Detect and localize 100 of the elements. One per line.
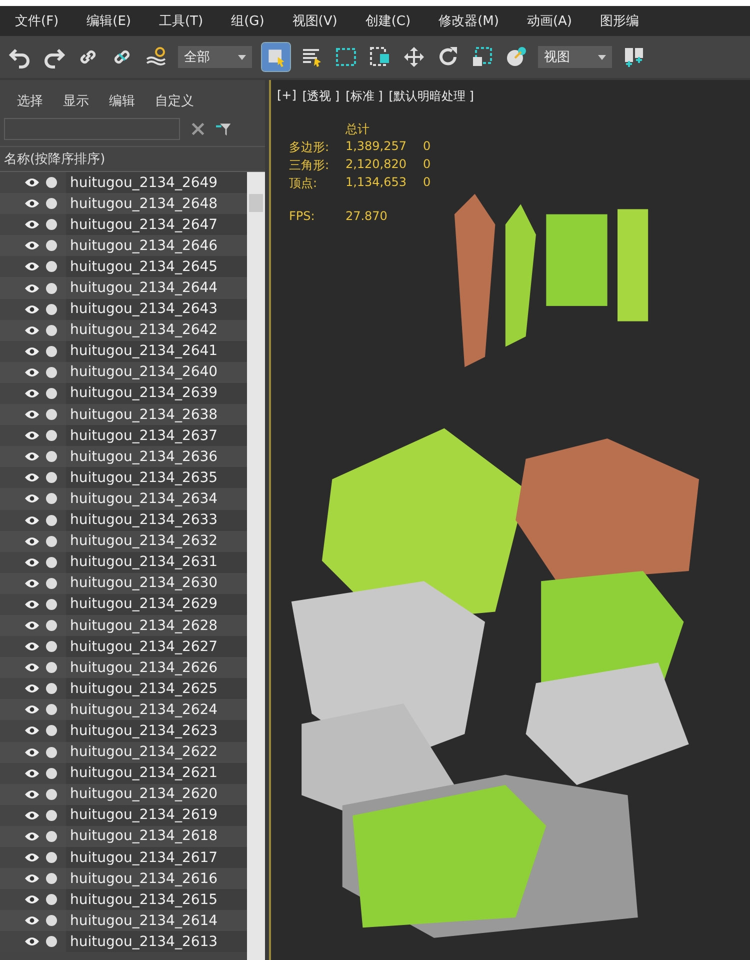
eye-icon[interactable] bbox=[24, 725, 40, 736]
eye-icon[interactable] bbox=[24, 683, 40, 694]
freeze-dot-icon[interactable] bbox=[46, 852, 57, 864]
eye-icon[interactable] bbox=[24, 493, 40, 504]
object-name[interactable]: huitugou_2134_2633 bbox=[66, 510, 247, 531]
eye-icon[interactable] bbox=[24, 936, 40, 948]
freeze-dot-icon[interactable] bbox=[46, 704, 57, 716]
menu-item[interactable]: 工具(T) bbox=[144, 12, 216, 30]
eye-icon[interactable] bbox=[24, 366, 40, 378]
object-name[interactable]: huitugou_2134_2631 bbox=[66, 552, 247, 573]
eye-icon[interactable] bbox=[24, 578, 40, 589]
object-name[interactable]: huitugou_2134_2637 bbox=[66, 425, 247, 446]
eye-icon[interactable] bbox=[24, 894, 40, 906]
freeze-dot-icon[interactable] bbox=[46, 304, 57, 315]
freeze-dot-icon[interactable] bbox=[46, 662, 57, 674]
object-name[interactable]: huitugou_2134_2625 bbox=[66, 678, 247, 700]
eye-icon[interactable] bbox=[24, 451, 40, 462]
menu-item[interactable]: 组(G) bbox=[216, 12, 278, 30]
freeze-dot-icon[interactable] bbox=[46, 936, 57, 948]
eye-icon[interactable] bbox=[24, 873, 40, 884]
object-name[interactable]: huitugou_2134_2639 bbox=[66, 382, 247, 404]
eye-icon[interactable] bbox=[24, 598, 40, 610]
eye-icon[interactable] bbox=[24, 177, 40, 188]
freeze-dot-icon[interactable] bbox=[46, 282, 57, 294]
viewport-label[interactable]: [+] bbox=[277, 88, 296, 105]
freeze-dot-icon[interactable] bbox=[46, 915, 57, 926]
freeze-dot-icon[interactable] bbox=[46, 366, 57, 378]
freeze-dot-icon[interactable] bbox=[46, 536, 57, 547]
explorer-menu-item[interactable]: 显示 bbox=[63, 92, 89, 110]
freeze-dot-icon[interactable] bbox=[46, 346, 57, 357]
object-name[interactable]: huitugou_2134_2645 bbox=[66, 256, 247, 278]
freeze-dot-icon[interactable] bbox=[46, 873, 57, 884]
freeze-dot-icon[interactable] bbox=[46, 472, 57, 484]
move-icon[interactable] bbox=[402, 45, 426, 69]
object-name[interactable]: huitugou_2134_2647 bbox=[66, 214, 247, 236]
eye-icon[interactable] bbox=[24, 430, 40, 442]
freeze-dot-icon[interactable] bbox=[46, 598, 57, 610]
eye-icon[interactable] bbox=[24, 788, 40, 800]
freeze-dot-icon[interactable] bbox=[46, 409, 57, 420]
freeze-dot-icon[interactable] bbox=[46, 177, 57, 188]
freeze-dot-icon[interactable] bbox=[46, 683, 57, 694]
freeze-dot-icon[interactable] bbox=[46, 830, 57, 842]
object-name[interactable]: huitugou_2134_2643 bbox=[66, 298, 247, 320]
eye-icon[interactable] bbox=[24, 388, 40, 399]
object-name[interactable]: huitugou_2134_2641 bbox=[66, 340, 247, 362]
eye-icon[interactable] bbox=[24, 536, 40, 547]
object-name[interactable]: huitugou_2134_2613 bbox=[66, 931, 247, 952]
menu-item[interactable]: 图形编 bbox=[585, 12, 652, 30]
select-object-icon[interactable] bbox=[262, 43, 290, 71]
filter-icon[interactable] bbox=[216, 121, 232, 137]
object-name[interactable]: huitugou_2134_2615 bbox=[66, 889, 247, 910]
eye-icon[interactable] bbox=[24, 240, 40, 252]
eye-icon[interactable] bbox=[24, 830, 40, 842]
freeze-dot-icon[interactable] bbox=[46, 240, 57, 252]
eye-icon[interactable] bbox=[24, 556, 40, 568]
explorer-menu-item[interactable]: 编辑 bbox=[109, 92, 135, 110]
eye-icon[interactable] bbox=[24, 746, 40, 758]
scrollbar[interactable] bbox=[247, 172, 265, 960]
menu-item[interactable]: 动画(A) bbox=[512, 12, 585, 30]
object-name[interactable]: huitugou_2134_2619 bbox=[66, 804, 247, 826]
freeze-dot-icon[interactable] bbox=[46, 493, 57, 504]
freeze-dot-icon[interactable] bbox=[46, 810, 57, 821]
eye-icon[interactable] bbox=[24, 620, 40, 632]
freeze-dot-icon[interactable] bbox=[46, 198, 57, 210]
object-name[interactable]: huitugou_2134_2627 bbox=[66, 636, 247, 658]
object-name[interactable]: huitugou_2134_2621 bbox=[66, 762, 247, 784]
freeze-dot-icon[interactable] bbox=[46, 788, 57, 800]
selection-filter-dropdown[interactable]: 全部 bbox=[178, 46, 252, 68]
eye-icon[interactable] bbox=[24, 304, 40, 315]
object-name[interactable]: huitugou_2134_2629 bbox=[66, 594, 247, 615]
viewport-label[interactable]: [透视 ] bbox=[302, 88, 340, 105]
eye-icon[interactable] bbox=[24, 915, 40, 926]
menu-item[interactable]: 视图(V) bbox=[277, 12, 350, 30]
freeze-dot-icon[interactable] bbox=[46, 430, 57, 442]
pivot-icon[interactable] bbox=[622, 45, 646, 69]
menu-item[interactable]: 修改器(M) bbox=[424, 12, 512, 30]
eye-icon[interactable] bbox=[24, 261, 40, 272]
freeze-dot-icon[interactable] bbox=[46, 578, 57, 589]
freeze-dot-icon[interactable] bbox=[46, 219, 57, 230]
explorer-menu-item[interactable]: 自定义 bbox=[155, 92, 194, 110]
eye-icon[interactable] bbox=[24, 852, 40, 864]
freeze-dot-icon[interactable] bbox=[46, 620, 57, 632]
clear-icon[interactable] bbox=[190, 121, 206, 137]
viewport-label[interactable]: [默认明暗处理 ] bbox=[388, 88, 474, 105]
eye-icon[interactable] bbox=[24, 346, 40, 357]
eye-icon[interactable] bbox=[24, 282, 40, 294]
search-field[interactable] bbox=[4, 118, 180, 140]
object-name[interactable]: huitugou_2134_2649 bbox=[66, 172, 247, 194]
eye-icon[interactable] bbox=[24, 704, 40, 716]
freeze-dot-icon[interactable] bbox=[46, 556, 57, 568]
rectangle-selection-icon[interactable] bbox=[334, 45, 358, 69]
eye-icon[interactable] bbox=[24, 219, 40, 230]
freeze-dot-icon[interactable] bbox=[46, 451, 57, 462]
eye-icon[interactable] bbox=[24, 472, 40, 484]
menu-item[interactable]: 文件(F) bbox=[0, 12, 72, 30]
eye-icon[interactable] bbox=[24, 662, 40, 674]
freeze-dot-icon[interactable] bbox=[46, 388, 57, 399]
freeze-dot-icon[interactable] bbox=[46, 725, 57, 736]
freeze-dot-icon[interactable] bbox=[46, 324, 57, 336]
freeze-dot-icon[interactable] bbox=[46, 514, 57, 526]
